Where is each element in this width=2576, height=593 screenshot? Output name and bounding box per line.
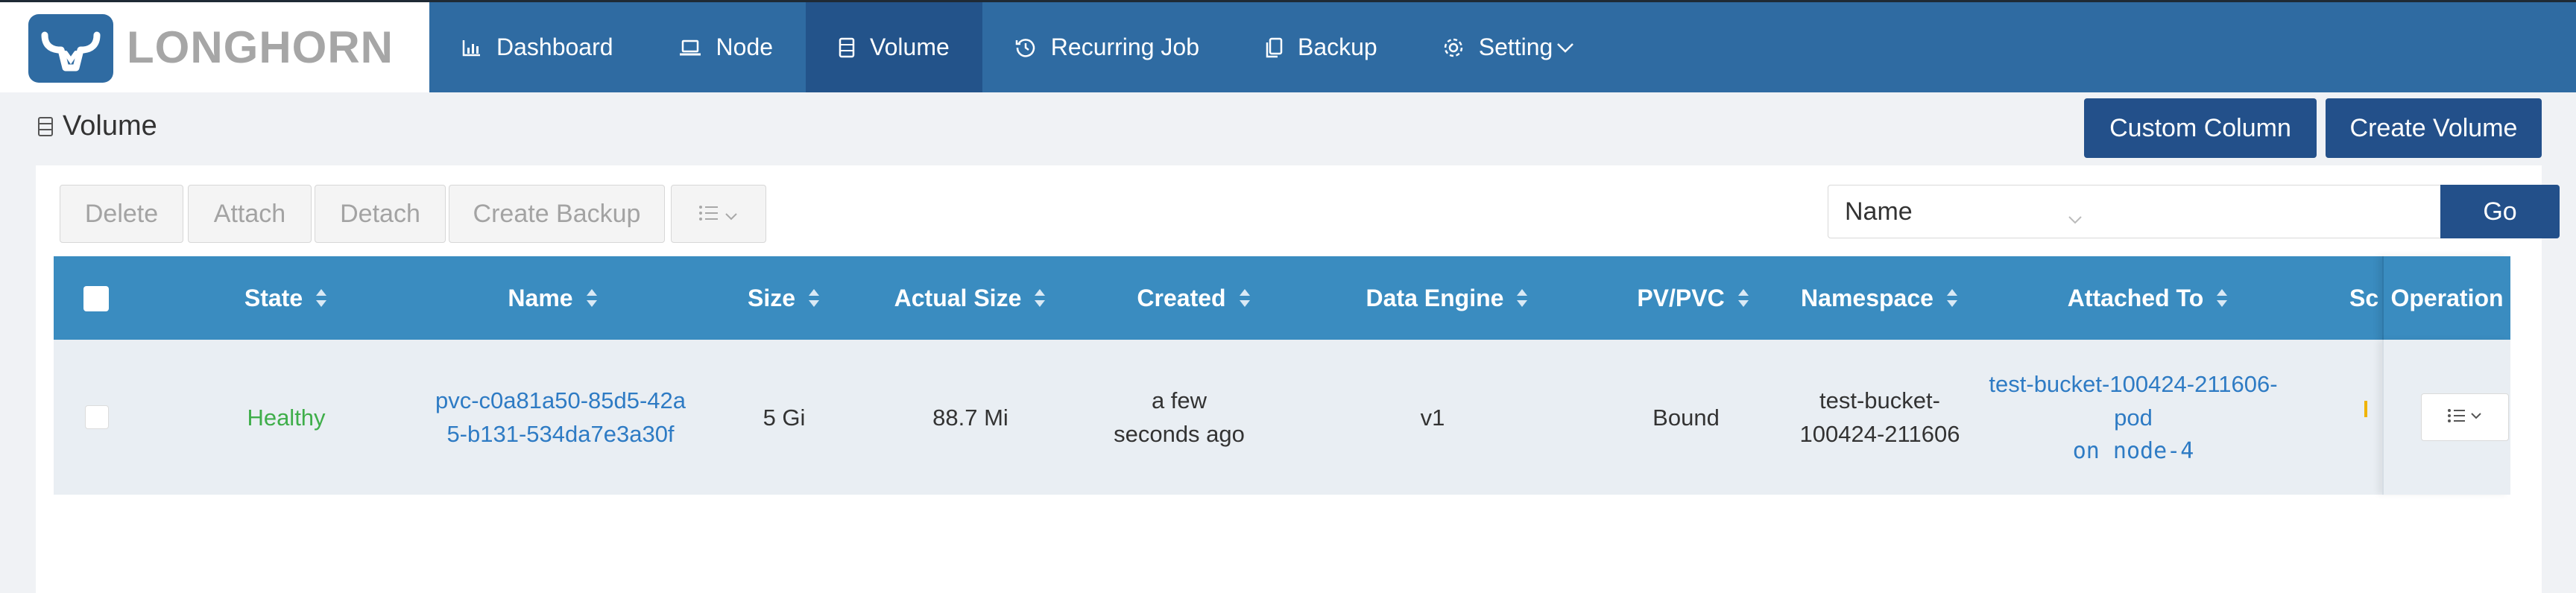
- cell-actual-size: 88.7 Mi: [932, 404, 1008, 431]
- brand-name: LONGHORN: [127, 22, 394, 72]
- sort-icon: [807, 286, 821, 310]
- column-header-actual-size[interactable]: Actual Size: [859, 256, 1082, 340]
- cell-data-engine: v1: [1420, 404, 1445, 431]
- attached-node-link[interactable]: on node-4: [2073, 434, 2194, 468]
- chevron-down-icon: [1556, 40, 1575, 55]
- cell-state: Healthy: [195, 340, 377, 495]
- chevron-down-icon: [2469, 410, 2483, 425]
- nav-dashboard[interactable]: Dashboard: [429, 2, 646, 92]
- column-header-attached-to[interactable]: Attached To: [1992, 256, 2305, 340]
- search-field-value: Name: [1845, 197, 1913, 226]
- sort-icon: [1238, 286, 1251, 310]
- nav-volume-label: Volume: [870, 34, 950, 60]
- volume-name-link-line1[interactable]: pvc-c0a81a50-85d5-42a: [435, 384, 686, 417]
- attached-pod-link-line2[interactable]: pod: [2114, 401, 2153, 434]
- column-header-data-engine[interactable]: Data Engine: [1306, 256, 1589, 340]
- copy-icon: [1265, 37, 1283, 58]
- nav-recurring-job-label: Recurring Job: [1050, 34, 1199, 60]
- list-icon: [2447, 408, 2469, 428]
- search-input[interactable]: [2098, 185, 2441, 238]
- column-header-size[interactable]: Size: [710, 256, 859, 340]
- column-header-schedule-truncated[interactable]: Sc: [2349, 256, 2382, 340]
- nav-recurring-job[interactable]: Recurring Job: [982, 2, 1232, 92]
- longhorn-logo-icon: [28, 14, 113, 83]
- page-title-text: Volume: [63, 110, 157, 142]
- custom-column-button[interactable]: Custom Column: [2084, 98, 2317, 158]
- row-operation-dropdown[interactable]: [2421, 393, 2509, 441]
- sort-icon: [1033, 286, 1046, 310]
- sort-icon: [315, 286, 328, 310]
- database-icon: [37, 115, 54, 138]
- go-button[interactable]: Go: [2440, 185, 2560, 238]
- cell-attached-to[interactable]: test-bucket-100424-211606- pod on node-4: [1977, 340, 2290, 495]
- table-header: State Name Size Actual Size Created Data…: [54, 256, 2510, 340]
- create-backup-button[interactable]: Create Backup: [449, 185, 665, 243]
- gear-icon: [1443, 37, 1464, 58]
- list-icon: [698, 200, 724, 229]
- attach-button[interactable]: Attach: [188, 185, 312, 243]
- column-header-pv-pvc[interactable]: PV/PVC: [1589, 256, 1798, 340]
- attached-pod-link-line1[interactable]: test-bucket-100424-211606-: [1989, 367, 2277, 401]
- nav-setting[interactable]: Setting: [1410, 2, 1609, 92]
- nav-backup[interactable]: Backup: [1232, 2, 1410, 92]
- history-icon: [1015, 37, 1036, 58]
- cell-namespace: test-bucket- 100424-211606: [1799, 387, 1960, 447]
- sort-icon: [1737, 286, 1750, 310]
- schedule-indicator: [2364, 401, 2367, 417]
- volume-panel: Delete Attach Detach Create Backup Name …: [36, 165, 2560, 593]
- volume-name-link-line2[interactable]: 5-b131-534da7e3a30f: [446, 417, 674, 451]
- search-field-select[interactable]: Name: [1828, 185, 2099, 238]
- laptop-icon: [679, 39, 701, 57]
- detach-button[interactable]: Detach: [315, 185, 446, 243]
- bar-chart-icon: [462, 39, 482, 57]
- column-header-operation: Operation: [2382, 256, 2510, 340]
- bulk-actions-dropdown[interactable]: [671, 185, 766, 243]
- column-header-state[interactable]: State: [195, 256, 377, 340]
- cell-operation: [2382, 340, 2510, 495]
- brand-logo[interactable]: LONGHORN: [0, 2, 429, 92]
- chevron-down-icon: [2067, 203, 2083, 232]
- column-header-created[interactable]: Created: [1082, 256, 1306, 340]
- top-navigation-bar: LONGHORN Dashboard Node Volume Recurring…: [0, 0, 2576, 92]
- nav-volume[interactable]: Volume: [806, 2, 982, 92]
- column-header-name[interactable]: Name: [426, 256, 680, 340]
- nav-node[interactable]: Node: [646, 2, 806, 92]
- page-title: Volume: [37, 110, 157, 142]
- nav-setting-label: Setting: [1478, 34, 1553, 60]
- cell-created: a few seconds ago: [1114, 387, 1245, 447]
- database-icon: [839, 37, 855, 58]
- chevron-down-icon: [724, 200, 739, 229]
- select-all-checkbox[interactable]: [83, 286, 109, 311]
- cell-pv-pvc: Bound: [1652, 404, 1720, 431]
- cell-size: 5 Gi: [763, 404, 806, 431]
- column-header-namespace[interactable]: Namespace: [1768, 256, 1992, 340]
- nav-dashboard-label: Dashboard: [496, 34, 613, 60]
- table-row[interactable]: Healthy pvc-c0a81a50-85d5-42a 5-b131-534…: [54, 340, 2510, 495]
- nav-backup-label: Backup: [1297, 34, 1377, 60]
- sort-icon: [1945, 286, 1959, 310]
- main-nav: Dashboard Node Volume Recurring Job Back…: [429, 2, 1608, 92]
- create-volume-button[interactable]: Create Volume: [2326, 98, 2542, 158]
- cell-name[interactable]: pvc-c0a81a50-85d5-42a 5-b131-534da7e3a30…: [411, 340, 710, 495]
- row-checkbox[interactable]: [85, 405, 109, 429]
- delete-button[interactable]: Delete: [60, 185, 183, 243]
- sort-icon: [1515, 286, 1529, 310]
- nav-node-label: Node: [716, 34, 774, 60]
- sort-icon: [2215, 286, 2229, 310]
- state-healthy-text: Healthy: [247, 404, 326, 431]
- sort-icon: [585, 286, 599, 310]
